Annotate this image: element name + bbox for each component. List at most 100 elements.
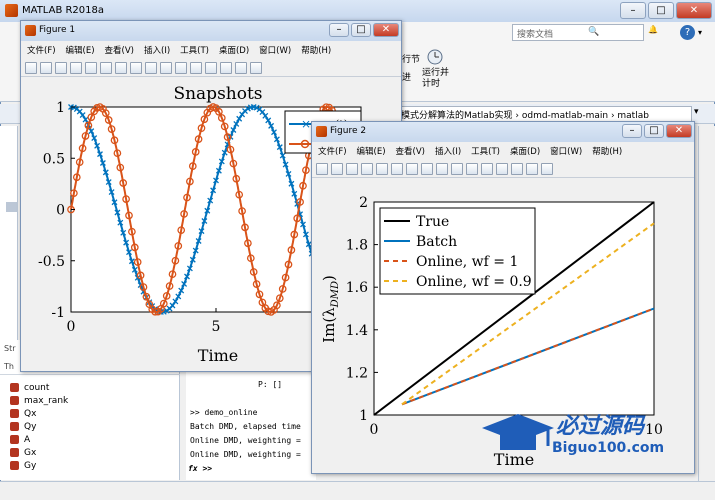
variable-icon <box>10 422 19 431</box>
hide-plot-tools-icon[interactable] <box>526 162 538 175</box>
search-icon[interactable]: 🔍 <box>588 27 599 37</box>
open-icon[interactable] <box>331 162 343 175</box>
menu-view[interactable]: 查看(V) <box>105 44 134 56</box>
menu-edit[interactable]: 编辑(E) <box>357 145 386 157</box>
chart2-legend: True Batch Online, wf = 1 Online, wf = 0.9 <box>379 207 536 295</box>
workspace-item[interactable]: Gx <box>10 448 36 461</box>
menu-tools[interactable]: 工具(T) <box>471 145 500 157</box>
figure2-maximize-button[interactable]: □ <box>644 124 664 138</box>
data-cursor-icon[interactable] <box>160 61 172 74</box>
dock-selection-marker <box>6 202 18 212</box>
brush-icon[interactable] <box>466 162 478 175</box>
print-icon[interactable] <box>70 61 82 74</box>
menu-view[interactable]: 查看(V) <box>396 145 425 157</box>
show-plot-tools-icon[interactable] <box>541 162 553 175</box>
variable-icon <box>10 448 19 457</box>
menu-insert[interactable]: 插入(I) <box>144 44 170 56</box>
new-figure-icon[interactable] <box>316 162 328 175</box>
figure-icon <box>25 25 36 36</box>
link-icon[interactable] <box>190 61 202 74</box>
chart1-legend-marker-x: × <box>301 117 311 131</box>
workspace-item[interactable]: Gy <box>10 461 36 474</box>
figure1-maximize-button[interactable]: □ <box>351 23 371 37</box>
menu-window[interactable]: 窗口(W) <box>550 145 582 157</box>
pointer-icon[interactable] <box>376 162 388 175</box>
chart1-xlabel: Time <box>198 346 238 365</box>
save-icon[interactable] <box>55 61 67 74</box>
help-icon[interactable]: ? <box>680 25 695 40</box>
run-and-time-button[interactable]: 运行并 计时 <box>422 68 449 90</box>
minimize-button[interactable]: – <box>620 2 646 19</box>
colorbar-icon[interactable] <box>496 162 508 175</box>
menu-window[interactable]: 窗口(W) <box>259 44 291 56</box>
chart2-ytick-label: 1.4 <box>346 323 368 339</box>
workspace-item[interactable]: max_rank <box>10 396 68 409</box>
chart2-xtick-label: 0 <box>370 422 379 438</box>
zoom-in-icon[interactable] <box>391 162 403 175</box>
figure2-menubar: 文件(F) 编辑(E) 查看(V) 插入(I) 工具(T) 桌面(D) 窗口(W… <box>312 143 694 159</box>
run-and-time-icon[interactable] <box>426 46 444 66</box>
menu-edit[interactable]: 编辑(E) <box>66 44 95 56</box>
menu-file[interactable]: 文件(F) <box>318 145 347 157</box>
matlab-logo-icon <box>5 4 18 17</box>
data-cursor-icon[interactable] <box>451 162 463 175</box>
zoom-out-icon[interactable] <box>115 61 127 74</box>
chart2-ylabel: Im(λDMD) <box>320 275 341 343</box>
workspace-item[interactable]: Qx <box>10 409 36 422</box>
zoom-out-icon[interactable] <box>406 162 418 175</box>
brush-icon[interactable] <box>175 61 187 74</box>
address-dropdown-icon[interactable]: ▾ <box>694 107 699 117</box>
figure1-title: Figure 1 <box>39 25 76 35</box>
workspace-item[interactable]: count <box>10 383 49 396</box>
chart2-legend-label: Batch <box>416 234 457 250</box>
menu-help[interactable]: 帮助(H) <box>301 44 331 56</box>
legend-icon[interactable] <box>220 61 232 74</box>
chart1-ytick-label: 0 <box>56 203 65 219</box>
new-figure-icon[interactable] <box>25 61 37 74</box>
workspace-item[interactable]: Qy <box>10 422 36 435</box>
variable-icon <box>10 435 19 444</box>
notification-icon[interactable]: 🔔 <box>648 25 661 40</box>
search-doc-input[interactable]: 搜索文档 <box>512 24 644 41</box>
pan-icon[interactable] <box>130 61 142 74</box>
figure1-minimize-button[interactable]: – <box>329 23 349 37</box>
show-plot-tools-icon[interactable] <box>250 61 262 74</box>
app-title: MATLAB R2018a <box>22 5 105 16</box>
figure2-toolbar <box>312 160 694 178</box>
chart2-ytick-label: 1.2 <box>346 365 368 381</box>
menu-desktop[interactable]: 桌面(D) <box>219 44 249 56</box>
close-button[interactable]: ✕ <box>676 2 712 19</box>
figure-icon <box>316 126 327 137</box>
zoom-in-icon[interactable] <box>100 61 112 74</box>
pan-icon[interactable] <box>421 162 433 175</box>
right-dock-strip <box>698 126 715 481</box>
save-icon[interactable] <box>346 162 358 175</box>
left-dock-strip <box>0 126 18 340</box>
legend-icon[interactable] <box>511 162 523 175</box>
hide-plot-tools-icon[interactable] <box>235 61 247 74</box>
colorbar-icon[interactable] <box>205 61 217 74</box>
pointer-icon[interactable] <box>85 61 97 74</box>
figure2-close-button[interactable]: ✕ <box>666 124 692 138</box>
workspace-tab-label[interactable]: Str <box>4 344 16 353</box>
open-icon[interactable] <box>40 61 52 74</box>
rotate-icon[interactable] <box>145 61 157 74</box>
figure2-minimize-button[interactable]: – <box>622 124 642 138</box>
menu-tools[interactable]: 工具(T) <box>180 44 209 56</box>
menu-desktop[interactable]: 桌面(D) <box>510 145 540 157</box>
print-icon[interactable] <box>361 162 373 175</box>
workspace-header: Th <box>4 362 14 371</box>
link-icon[interactable] <box>481 162 493 175</box>
chart2-ytick-label: 1.8 <box>346 238 368 254</box>
maximize-button[interactable]: □ <box>648 2 674 19</box>
menu-insert[interactable]: 插入(I) <box>435 145 461 157</box>
menu-help[interactable]: 帮助(H) <box>592 145 622 157</box>
current-folder-path[interactable]: 模式分解算法的Matlab实现 › odmd-matlab-main › mat… <box>396 106 692 122</box>
command-prompt[interactable]: fx >> <box>188 464 212 473</box>
command-window[interactable]: P: [] >> demo_online Batch DMD, elapsed … <box>186 372 316 480</box>
rotate-icon[interactable] <box>436 162 448 175</box>
menu-file[interactable]: 文件(F) <box>27 44 56 56</box>
workspace-item[interactable]: A <box>10 435 30 448</box>
figure1-close-button[interactable]: ✕ <box>373 23 399 37</box>
expand-arrow-icon[interactable]: ▾ <box>698 28 702 37</box>
